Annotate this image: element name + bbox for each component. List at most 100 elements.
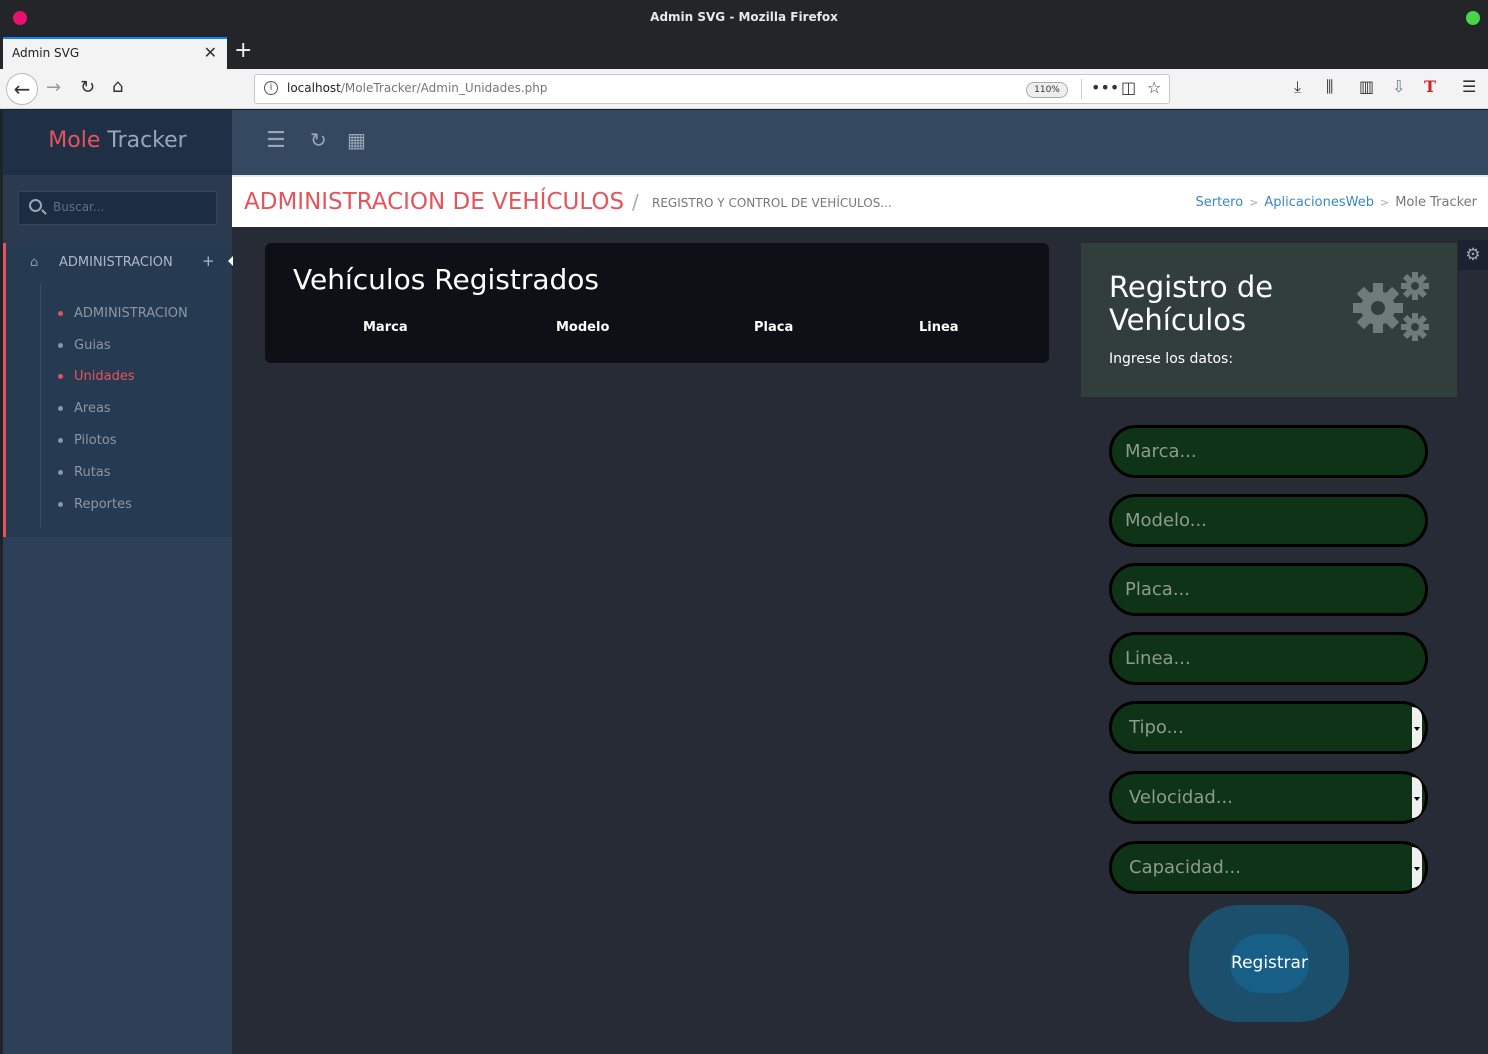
grid-icon[interactable]: ▦	[347, 128, 366, 152]
register-card: Registro de Vehículos Ingrese los datos:	[1081, 243, 1457, 397]
register-button[interactable]: Registrar	[1230, 934, 1309, 993]
sidebar-menu: ⌂ ADMINISTRACION + ADMINISTRACION Guias …	[3, 243, 233, 537]
velocidad-select-value: Velocidad...	[1129, 787, 1233, 808]
placa-field[interactable]	[1109, 563, 1428, 616]
page-actions-icon[interactable]: •••	[1091, 78, 1119, 97]
marca-field[interactable]	[1109, 425, 1428, 478]
sidebar: Mole Tracker ⌂ ADMINISTRACION + ADMINIST…	[3, 110, 233, 1054]
tipo-select-value: Tipo...	[1129, 717, 1184, 738]
bullet-icon	[58, 502, 63, 507]
bullet-icon	[58, 438, 63, 443]
placa-input[interactable]	[1125, 579, 1405, 600]
navigation-toolbar: ← → ↻ ⌂ i localhost/MoleTracker/Admin_Un…	[0, 69, 1488, 109]
home-icon: ⌂	[30, 255, 39, 270]
capacidad-select[interactable]: Capacidad...	[1109, 841, 1428, 894]
capacidad-select-value: Capacidad...	[1129, 857, 1241, 878]
breadcrumb: Sertero > AplicacionesWeb > Mole Tracker	[1195, 195, 1477, 210]
page-subtitle: REGISTRO Y CONTROL DE VEHÍCULOS...	[652, 196, 892, 210]
sidebar-item-areas[interactable]: Areas	[58, 401, 111, 416]
bullet-icon	[58, 311, 63, 316]
bookmark-star-icon[interactable]: ☆	[1147, 78, 1161, 97]
search-box[interactable]	[18, 191, 217, 225]
sidebar-item-administracion[interactable]: ADMINISTRACION	[58, 306, 188, 321]
sidebar-search-area	[3, 175, 232, 243]
bullet-icon	[58, 470, 63, 475]
modelo-field[interactable]	[1109, 494, 1428, 547]
brand-part-1: Mole	[48, 128, 101, 153]
sidebar-section-label: ADMINISTRACION	[59, 255, 173, 270]
forward-arrow-icon[interactable]: →	[46, 77, 61, 98]
url-path: /MoleTracker/Admin_Unidades.php	[340, 81, 548, 95]
brand-logo[interactable]: Mole Tracker	[3, 110, 232, 175]
sidebar-item-reportes[interactable]: Reportes	[58, 497, 132, 512]
breadcrumb-link-aplicacionesweb[interactable]: AplicacionesWeb	[1264, 195, 1374, 210]
tab-close-icon[interactable]: ✕	[204, 43, 217, 62]
register-title: Registro de Vehículos	[1109, 270, 1274, 337]
reload-icon[interactable]: ↻	[80, 77, 95, 98]
browser-tab[interactable]: Admin SVG ✕	[3, 37, 227, 69]
sidebar-section-admin[interactable]: ⌂ ADMINISTRACION +	[6, 243, 233, 283]
sidebar-item-label: Guias	[74, 338, 111, 353]
expand-plus-icon[interactable]: +	[202, 252, 215, 270]
sidebar-item-unidades[interactable]: Unidades	[58, 369, 135, 384]
brand-part-2: Tracker	[107, 128, 187, 153]
chevron-down-icon[interactable]	[1412, 777, 1422, 818]
app-root: Mole Tracker ⌂ ADMINISTRACION + ADMINIST…	[3, 110, 1488, 1054]
window-maximize-button[interactable]	[1466, 11, 1480, 25]
linea-input[interactable]	[1125, 648, 1405, 669]
chevron-down-icon[interactable]	[1412, 847, 1422, 888]
window-titlebar: Admin SVG - Mozilla Firefox	[0, 0, 1488, 36]
menu-toggle-icon[interactable]: ☰	[266, 128, 286, 153]
sidebar-item-guias[interactable]: Guias	[58, 338, 111, 353]
tab-bar: Admin SVG ✕ +	[0, 36, 1488, 69]
url-bar[interactable]: i localhost/MoleTracker/Admin_Unidades.p…	[254, 74, 1170, 104]
search-icon	[29, 199, 42, 212]
column-header-linea: Linea	[919, 320, 959, 335]
app-topbar: ☰ ↻ ▦	[232, 110, 1488, 175]
marca-input[interactable]	[1125, 441, 1405, 462]
url-host: localhost	[287, 81, 341, 95]
linea-field[interactable]	[1109, 632, 1428, 685]
download-arrow-icon[interactable]: ⇩	[1392, 77, 1405, 96]
sidebar-item-label: Rutas	[74, 465, 111, 480]
zoom-indicator[interactable]: 110%	[1026, 82, 1068, 98]
breadcrumb-link-sertero[interactable]: Sertero	[1195, 195, 1243, 210]
breadcrumb-separator: >	[1249, 196, 1259, 209]
sidebar-item-label: Areas	[74, 401, 111, 416]
url-separator	[1081, 79, 1082, 99]
pocket-icon[interactable]: ◫	[1121, 78, 1136, 97]
bullet-icon	[58, 343, 63, 348]
sidebar-item-pilotos[interactable]: Pilotos	[58, 433, 117, 448]
refresh-icon[interactable]: ↻	[310, 128, 327, 152]
column-header-modelo: Modelo	[556, 320, 610, 335]
chevron-down-icon[interactable]	[1412, 707, 1422, 748]
extension-t-icon[interactable]: T	[1424, 77, 1436, 96]
settings-gear-icon[interactable]: ⚙	[1458, 240, 1488, 270]
table-title: Vehículos Registrados	[293, 263, 599, 296]
sidebar-item-label: Pilotos	[74, 433, 117, 448]
back-arrow-icon[interactable]: ←	[6, 73, 38, 105]
downloads-icon[interactable]: ⤓	[1294, 77, 1301, 97]
sidebar-item-rutas[interactable]: Rutas	[58, 465, 111, 480]
sidebar-item-label: ADMINISTRACION	[74, 306, 188, 321]
tipo-select[interactable]: Tipo...	[1109, 701, 1428, 754]
home-icon[interactable]: ⌂	[112, 76, 123, 97]
bullet-icon	[58, 406, 63, 411]
velocidad-select[interactable]: Velocidad...	[1109, 771, 1428, 824]
collapse-caret-icon[interactable]	[228, 256, 233, 266]
breadcrumb-current: Mole Tracker	[1395, 195, 1477, 210]
new-tab-icon[interactable]: +	[234, 38, 252, 63]
sidebar-item-label: Reportes	[74, 497, 132, 512]
submenu-rail	[40, 283, 41, 527]
url-text[interactable]: localhost/MoleTracker/Admin_Unidades.php	[287, 81, 548, 95]
column-header-placa: Placa	[754, 320, 794, 335]
vehicles-table-panel: Vehículos Registrados Marca Modelo Placa…	[265, 243, 1049, 363]
library-icon[interactable]: ⫼	[1326, 77, 1333, 97]
search-input[interactable]	[53, 200, 203, 214]
site-info-icon[interactable]: i	[264, 81, 278, 95]
tab-title: Admin SVG	[12, 46, 80, 60]
hamburger-menu-icon[interactable]: ☰	[1462, 77, 1476, 96]
modelo-input[interactable]	[1125, 510, 1405, 531]
page-title: ADMINISTRACION DE VEHÍCULOS	[244, 189, 625, 215]
sidebar-toggle-icon[interactable]: ▥	[1359, 77, 1374, 96]
